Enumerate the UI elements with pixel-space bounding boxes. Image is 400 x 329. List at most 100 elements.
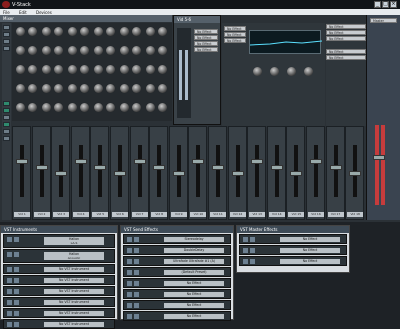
- knob[interactable]: [54, 103, 63, 112]
- fader-cap[interactable]: [55, 171, 68, 176]
- edit-icon[interactable]: [250, 248, 255, 253]
- edit-icon[interactable]: [14, 278, 19, 283]
- fader-cap[interactable]: [231, 171, 244, 176]
- fader-cap[interactable]: [270, 165, 283, 170]
- edit-icon[interactable]: [134, 292, 139, 297]
- knob[interactable]: [54, 84, 63, 93]
- knob[interactable]: [146, 84, 155, 93]
- knob[interactable]: [42, 46, 51, 55]
- channel-name[interactable]: Vid 10: [190, 212, 207, 217]
- power-icon[interactable]: [7, 300, 12, 305]
- channel-name[interactable]: Vid 2: [33, 212, 50, 217]
- knob[interactable]: [54, 65, 63, 74]
- knob[interactable]: [16, 84, 25, 93]
- channel-name[interactable]: Vid 18: [347, 212, 364, 217]
- knob[interactable]: [106, 65, 115, 74]
- knob[interactable]: [16, 65, 25, 74]
- knob[interactable]: [80, 84, 89, 93]
- knob[interactable]: [94, 46, 103, 55]
- knob[interactable]: [132, 84, 141, 93]
- minimize-button[interactable]: _: [374, 1, 381, 8]
- edit-icon[interactable]: [250, 259, 255, 264]
- power-icon[interactable]: [7, 322, 12, 327]
- channel-name[interactable]: Vid 13: [249, 212, 266, 217]
- fader-cap[interactable]: [16, 159, 28, 164]
- fader-cap[interactable]: [251, 159, 264, 164]
- side-button[interactable]: [3, 25, 10, 30]
- knob[interactable]: [146, 103, 155, 112]
- master-fader-cap[interactable]: [373, 155, 385, 160]
- maximize-button[interactable]: □: [382, 1, 389, 8]
- eq-knob[interactable]: [304, 67, 313, 76]
- knob[interactable]: [120, 65, 129, 74]
- channel-name[interactable]: Vid 3: [53, 212, 70, 217]
- edit-icon[interactable]: [14, 289, 19, 294]
- power-icon[interactable]: [127, 248, 132, 253]
- edit-icon[interactable]: [14, 237, 19, 242]
- knob[interactable]: [80, 65, 89, 74]
- power-icon[interactable]: [7, 267, 12, 272]
- effect-slot[interactable]: No Effect: [326, 49, 366, 54]
- edit-icon[interactable]: [14, 322, 19, 327]
- send-effect-slot[interactable]: Ultrafade Ultrafade #1 (A): [164, 259, 224, 264]
- channel-name[interactable]: Vid 17: [327, 212, 344, 217]
- side-button[interactable]: [3, 32, 10, 37]
- instrument-slot[interactable]: No VST Instrument: [44, 300, 104, 305]
- channel-name[interactable]: Vid 6: [112, 212, 128, 217]
- knob[interactable]: [146, 65, 155, 74]
- edit-icon[interactable]: [14, 267, 19, 272]
- effect-slot[interactable]: No Effect: [326, 24, 366, 29]
- instrument-slot[interactable]: No VST Instrument: [44, 289, 104, 294]
- fader-cap[interactable]: [349, 171, 362, 176]
- power-icon[interactable]: [7, 278, 12, 283]
- insert-slot[interactable]: No Effect: [194, 47, 218, 52]
- channel-name[interactable]: Vid 15: [288, 212, 305, 217]
- power-icon[interactable]: [127, 237, 132, 242]
- edit-icon[interactable]: [134, 237, 139, 242]
- knob[interactable]: [94, 27, 103, 36]
- channel-name[interactable]: Vid 5: [92, 212, 109, 217]
- power-icon[interactable]: [127, 314, 132, 319]
- side-button[interactable]: [3, 136, 10, 141]
- knob[interactable]: [80, 46, 89, 55]
- knob[interactable]: [16, 46, 25, 55]
- side-button[interactable]: [3, 129, 10, 134]
- send-effect-slot[interactable]: (Default Preset): [164, 270, 224, 275]
- power-icon[interactable]: [7, 237, 12, 242]
- eq-knob[interactable]: [287, 67, 296, 76]
- knob[interactable]: [68, 84, 77, 93]
- eq-knob[interactable]: [253, 67, 262, 76]
- close-button[interactable]: ×: [390, 1, 397, 8]
- knob[interactable]: [106, 84, 115, 93]
- knob[interactable]: [42, 103, 51, 112]
- channel-name[interactable]: Vid 11: [210, 212, 226, 217]
- instrument-slot[interactable]: No VST Instrument: [44, 278, 104, 283]
- power-icon[interactable]: [127, 303, 132, 308]
- instrument-preset[interactable]: Acoustic: [44, 256, 104, 260]
- fader-cap[interactable]: [133, 159, 146, 164]
- side-button[interactable]: [3, 101, 10, 106]
- master-effect-slot[interactable]: No Effect: [280, 248, 340, 253]
- knob[interactable]: [42, 27, 51, 36]
- knob[interactable]: [158, 27, 167, 36]
- knob[interactable]: [106, 27, 115, 36]
- eq-knob[interactable]: [270, 67, 279, 76]
- edit-icon[interactable]: [134, 270, 139, 275]
- edit-icon[interactable]: [134, 248, 139, 253]
- knob[interactable]: [158, 84, 167, 93]
- fader-cap[interactable]: [329, 165, 342, 170]
- knob[interactable]: [80, 27, 89, 36]
- knob[interactable]: [68, 46, 77, 55]
- edit-icon[interactable]: [14, 311, 19, 316]
- channel-name[interactable]: Vid 16: [308, 212, 324, 217]
- send-effect-slot[interactable]: DoubleDelay: [164, 248, 224, 253]
- knob[interactable]: [94, 84, 103, 93]
- side-button[interactable]: [3, 115, 10, 120]
- power-icon[interactable]: [243, 237, 248, 242]
- send-effect-slot[interactable]: No Effect: [164, 281, 224, 286]
- channel-name[interactable]: Vid 12: [229, 212, 246, 217]
- side-button[interactable]: [3, 108, 10, 113]
- channel-name[interactable]: Vid 1: [14, 212, 30, 217]
- knob[interactable]: [68, 27, 77, 36]
- send-slot[interactable]: No Effect: [224, 32, 246, 37]
